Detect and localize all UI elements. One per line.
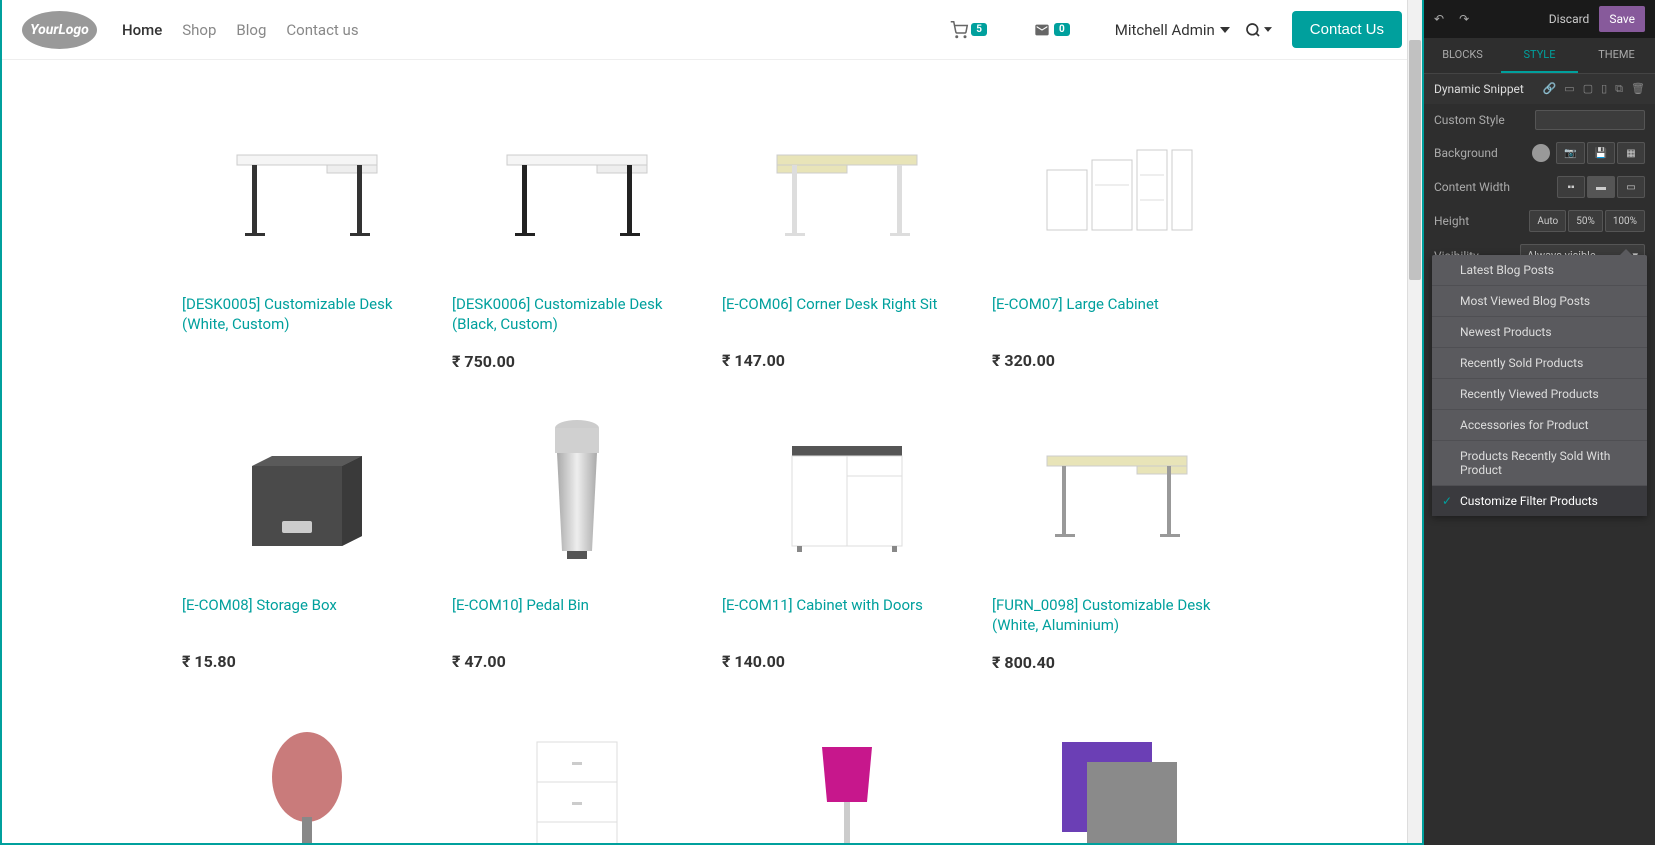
save-button[interactable]: Save xyxy=(1599,6,1645,32)
product-area: [DESK0005] Customizable Desk (White, Cus… xyxy=(2,60,1422,843)
background-color[interactable] xyxy=(1532,144,1550,162)
undo-icon[interactable]: ↶ xyxy=(1434,12,1444,26)
product-card[interactable]: [DESK0005] Customizable Desk (White, Cus… xyxy=(182,100,432,371)
tab-blocks[interactable]: BLOCKS xyxy=(1424,38,1501,73)
product-image xyxy=(182,100,432,280)
product-card[interactable]: [E-COM08] Storage Box ₹ 15.80 xyxy=(182,401,432,672)
copy-icon[interactable]: ⧉ xyxy=(1615,82,1623,96)
filter-option[interactable]: Latest Blog Posts xyxy=(1432,255,1647,286)
product-name: [DESK0005] Customizable Desk (White, Cus… xyxy=(182,295,432,334)
filter-option[interactable]: Recently Viewed Products xyxy=(1432,379,1647,410)
nav-contact[interactable]: Contact us xyxy=(286,21,358,39)
section-title: Dynamic Snippet xyxy=(1434,82,1524,96)
user-menu[interactable]: Mitchell Admin xyxy=(1115,21,1230,39)
nav-home[interactable]: Home xyxy=(122,21,162,39)
tab-style[interactable]: STYLE xyxy=(1501,38,1578,73)
content-width-label: Content Width xyxy=(1434,180,1557,194)
mail-button[interactable]: 0 xyxy=(1032,22,1070,38)
product-image xyxy=(182,401,432,581)
bg-pattern-icon[interactable]: ▦ xyxy=(1617,142,1645,164)
redo-icon[interactable]: ↷ xyxy=(1459,12,1469,26)
product-name: [FURN_0098] Customizable Desk (White, Al… xyxy=(992,596,1242,635)
product-card[interactable]: [E-COM06] Corner Desk Right Sit ₹ 147.00 xyxy=(722,100,972,371)
product-name: [E-COM06] Corner Desk Right Sit xyxy=(722,295,972,333)
trash-icon[interactable]: 🗑 xyxy=(1631,82,1645,96)
product-price: ₹ 800.40 xyxy=(992,653,1242,672)
product-image xyxy=(452,100,702,280)
product-name: [DESK0006] Customizable Desk (Black, Cus… xyxy=(452,295,702,334)
product-price: ₹ 750.00 xyxy=(452,352,702,371)
cart-button[interactable]: 5 xyxy=(949,21,987,39)
product-image xyxy=(992,401,1242,581)
product-card[interactable] xyxy=(182,702,432,843)
tab-theme[interactable]: THEME xyxy=(1578,38,1655,73)
filter-option[interactable]: Newest Products xyxy=(1432,317,1647,348)
mail-badge: 0 xyxy=(1054,23,1070,36)
product-price: ₹ 15.80 xyxy=(182,652,432,671)
product-image xyxy=(722,702,972,843)
product-image xyxy=(182,702,432,843)
product-image xyxy=(452,401,702,581)
height-100[interactable]: 100% xyxy=(1605,210,1645,232)
contact-us-button[interactable]: Contact Us xyxy=(1292,11,1402,48)
product-price: ₹ 320.00 xyxy=(992,351,1242,370)
product-price: ₹ 47.00 xyxy=(452,652,702,671)
product-card[interactable]: [E-COM10] Pedal Bin ₹ 47.00 xyxy=(452,401,702,672)
bg-image-icon[interactable]: 📷 xyxy=(1556,142,1584,164)
custom-style-label: Custom Style xyxy=(1434,113,1535,127)
filter-option[interactable]: Customize Filter Products xyxy=(1432,486,1647,516)
product-card[interactable]: [E-COM11] Cabinet with Doors ₹ 140.00 xyxy=(722,401,972,672)
product-name: [E-COM07] Large Cabinet xyxy=(992,295,1242,333)
tablet-icon[interactable]: ▯ xyxy=(1601,82,1607,96)
filter-option[interactable]: Accessories for Product xyxy=(1432,410,1647,441)
navbar: YourLogo Home Shop Blog Contact us 5 0 M… xyxy=(2,0,1422,60)
product-card[interactable] xyxy=(452,702,702,843)
custom-style-input[interactable] xyxy=(1535,110,1645,130)
discard-button[interactable]: Discard xyxy=(1539,6,1600,32)
product-image xyxy=(992,702,1242,843)
filter-dropdown: Latest Blog Posts Most Viewed Blog Posts… xyxy=(1432,255,1647,516)
background-label: Background xyxy=(1434,146,1532,160)
width-full[interactable]: ▭ xyxy=(1617,176,1645,198)
product-card[interactable] xyxy=(722,702,972,843)
nav-shop[interactable]: Shop xyxy=(182,21,216,39)
height-label: Height xyxy=(1434,214,1529,228)
product-image xyxy=(722,401,972,581)
width-narrow[interactable]: ▪▪ xyxy=(1557,176,1585,198)
product-name: [E-COM08] Storage Box xyxy=(182,596,432,634)
product-card[interactable]: [DESK0006] Customizable Desk (Black, Cus… xyxy=(452,100,702,371)
product-image xyxy=(722,100,972,280)
product-card[interactable]: [FURN_0098] Customizable Desk (White, Al… xyxy=(992,401,1242,672)
nav-blog[interactable]: Blog xyxy=(236,21,266,39)
bg-save-icon[interactable]: 💾 xyxy=(1587,142,1615,164)
width-medium[interactable]: ▬ xyxy=(1587,176,1615,198)
scrollbar-thumb[interactable] xyxy=(1409,40,1421,280)
product-price: ₹ 140.00 xyxy=(722,652,972,671)
product-card[interactable] xyxy=(992,702,1242,843)
product-price: ₹ 147.00 xyxy=(722,351,972,370)
filter-option[interactable]: Recently Sold Products xyxy=(1432,348,1647,379)
filter-option[interactable]: Products Recently Sold With Product xyxy=(1432,441,1647,486)
search-button[interactable] xyxy=(1245,22,1272,38)
link-icon[interactable]: 🔗 xyxy=(1543,82,1557,96)
desktop-icon[interactable]: ▢ xyxy=(1583,82,1593,96)
scrollbar[interactable] xyxy=(1407,0,1422,843)
height-50[interactable]: 50% xyxy=(1568,210,1603,232)
cart-badge: 5 xyxy=(971,23,987,36)
mobile-icon[interactable]: ▭ xyxy=(1564,82,1574,96)
logo[interactable]: YourLogo xyxy=(22,11,97,49)
product-name: [E-COM11] Cabinet with Doors xyxy=(722,596,972,634)
product-card[interactable]: [E-COM07] Large Cabinet ₹ 320.00 xyxy=(992,100,1242,371)
filter-option[interactable]: Most Viewed Blog Posts xyxy=(1432,286,1647,317)
height-auto[interactable]: Auto xyxy=(1529,210,1566,232)
product-image xyxy=(992,100,1242,280)
product-name: [E-COM10] Pedal Bin xyxy=(452,596,702,634)
product-image xyxy=(452,702,702,843)
editor-panel: ↶ ↷ Discard Save BLOCKS STYLE THEME Dyna… xyxy=(1424,0,1655,845)
